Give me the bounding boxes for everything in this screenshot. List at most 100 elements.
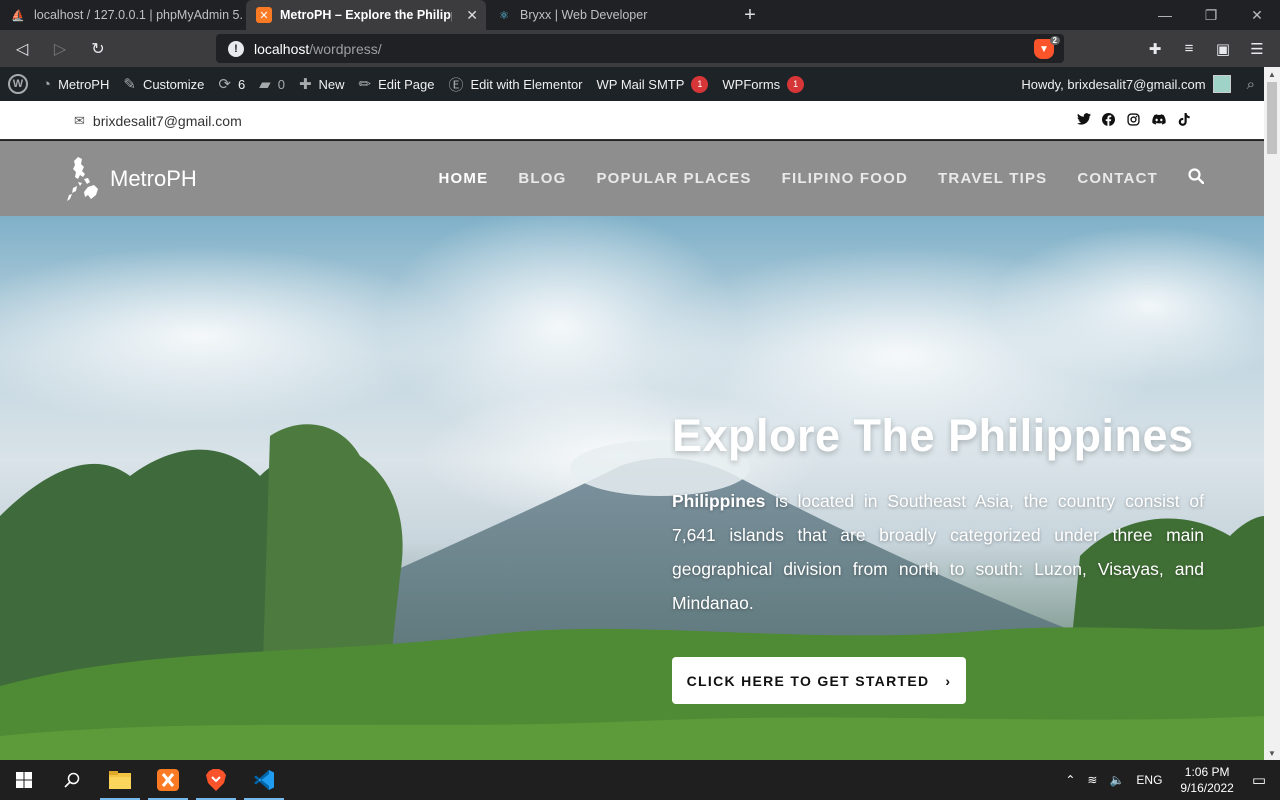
system-tray: ⌃ ≋ 🔈 ENG 1:06 PM 9/16/2022 ▭: [1059, 760, 1280, 800]
twitter-icon[interactable]: [1071, 113, 1096, 128]
social-links: [1071, 101, 1196, 140]
search-icon: ⌕: [1246, 75, 1255, 93]
new-content-menu[interactable]: ✚ New: [292, 67, 352, 101]
nav-popular-places[interactable]: POPULAR PLACES: [596, 170, 751, 187]
site-logo[interactable]: MetroPH: [64, 155, 197, 203]
scroll-up-icon[interactable]: ▲: [1264, 67, 1280, 81]
comment-icon: ▰: [259, 76, 271, 93]
wp-mail-smtp-menu[interactable]: WP Mail SMTP 1: [590, 67, 716, 101]
react-icon: ⚛: [499, 9, 509, 22]
hero-title: Explore The Philippines: [672, 410, 1194, 461]
wpforms-badge: 1: [787, 75, 805, 93]
clock[interactable]: 1:06 PM 9/16/2022: [1180, 764, 1233, 796]
customize-link[interactable]: ✎ Customize: [116, 67, 211, 101]
volume-icon[interactable]: 🔈: [1109, 773, 1124, 787]
windows-icon: [16, 772, 32, 788]
browser-tab-bryxx[interactable]: ⚛ Bryxx | Web Developer: [486, 0, 732, 30]
browser-tab-phpmyadmin[interactable]: ⛵ localhost / 127.0.0.1 | phpMyAdmin 5.: [0, 0, 246, 30]
nav-home[interactable]: HOME: [439, 170, 489, 187]
instagram-icon[interactable]: [1121, 112, 1146, 129]
restore-icon[interactable]: ❐: [1188, 0, 1234, 30]
brave-browser-button[interactable]: [192, 760, 240, 800]
logo-text: MetroPH: [110, 166, 197, 191]
hero-text-bold: Philippines: [672, 491, 766, 511]
start-button[interactable]: [0, 760, 48, 800]
hero-section: Explore The Philippines Philippines is l…: [0, 216, 1264, 760]
wallet-icon[interactable]: ▣: [1206, 33, 1240, 65]
contact-email[interactable]: ✉ brixdesalit7@gmail.com: [74, 101, 242, 140]
cta-label: CLICK HERE TO GET STARTED: [686, 672, 930, 689]
taskbar-search-button[interactable]: [48, 760, 96, 800]
edit-with-elementor-link[interactable]: Ⓔ Edit with Elementor: [442, 67, 590, 101]
brave-shields-icon[interactable]: ▼ 2: [1034, 36, 1060, 59]
menu-icon[interactable]: ☰: [1240, 33, 1274, 65]
xampp-button[interactable]: [144, 760, 192, 800]
scrollbar-thumb[interactable]: [1267, 82, 1277, 154]
new-tab-button[interactable]: +: [732, 0, 768, 30]
my-account-menu[interactable]: Howdy, brixdesalit7@gmail.com: [1014, 67, 1237, 101]
howdy-label: Howdy, brixdesalit7@gmail.com: [1021, 76, 1206, 92]
wpforms-menu[interactable]: WPForms 1: [715, 67, 811, 101]
xampp-icon: ✕: [256, 7, 272, 23]
vscode-button[interactable]: [240, 760, 288, 800]
updates-link[interactable]: ⟳ 6: [211, 67, 252, 101]
discord-icon[interactable]: [1146, 113, 1171, 128]
tab-title: localhost / 127.0.0.1 | phpMyAdmin 5.: [34, 8, 243, 22]
admin-search-button[interactable]: ⌕: [1238, 67, 1264, 101]
vscode-icon: [254, 770, 274, 790]
site-name-menu[interactable]: ◔ MetroPH: [35, 67, 116, 101]
tiktok-icon[interactable]: [1171, 112, 1196, 129]
main-nav: HOME BLOG POPULAR PLACES FILIPINO FOOD T…: [409, 141, 1205, 216]
elementor-label: Edit with Elementor: [470, 76, 583, 92]
site-header: MetroPH HOME BLOG POPULAR PLACES FILIPIN…: [0, 141, 1264, 216]
language-indicator[interactable]: ENG: [1136, 773, 1162, 787]
plus-icon: ✚: [298, 76, 312, 93]
network-icon[interactable]: ≋: [1087, 773, 1097, 787]
nav-contact[interactable]: CONTACT: [1077, 170, 1158, 187]
file-explorer-button[interactable]: [96, 760, 144, 800]
edit-page-link[interactable]: ✏ Edit Page: [352, 67, 442, 101]
avatar: [1212, 75, 1231, 93]
clock-time: 1:06 PM: [1184, 765, 1230, 779]
admin-bar-right: Howdy, brixdesalit7@gmail.com ⌕: [1014, 67, 1264, 101]
customize-label: Customize: [142, 76, 205, 92]
site-info-icon[interactable]: !: [228, 40, 244, 57]
page-scrollbar[interactable]: ▲ ▼: [1264, 67, 1280, 760]
hero-description: Philippines is located in Southeast Asia…: [672, 484, 1204, 620]
wp-logo-menu[interactable]: W: [0, 67, 35, 101]
tab-close-icon[interactable]: ✕: [466, 7, 478, 24]
browser-toolbar: ◁ ▷ ↻ ! localhost /wordpress/ ▼ 2 ✚ ≡ ▣ ☰: [0, 30, 1280, 67]
forward-icon[interactable]: ▷: [44, 33, 76, 65]
search-icon: [64, 772, 80, 788]
minimize-icon[interactable]: —: [1142, 0, 1188, 30]
shields-count: 2: [1049, 36, 1060, 45]
chevron-up-icon[interactable]: ⌃: [1065, 773, 1075, 787]
hero-content: Explore The Philippines Philippines is l…: [672, 410, 1204, 620]
smtp-badge: 1: [691, 75, 709, 93]
window-controls: — ❐ ✕: [1142, 0, 1280, 30]
back-icon[interactable]: ◁: [6, 33, 38, 65]
get-started-button[interactable]: CLICK HERE TO GET STARTED ›: [672, 657, 966, 704]
tab-title: MetroPH – Explore the Philippine: [280, 8, 452, 22]
wpforms-label: WPForms: [722, 76, 781, 92]
nav-search-icon[interactable]: [1188, 168, 1205, 189]
reload-icon[interactable]: ↻: [82, 33, 114, 65]
elementor-icon: Ⓔ: [448, 76, 464, 94]
new-label: New: [318, 76, 345, 92]
updates-icon: ⟳: [218, 76, 231, 93]
comments-link[interactable]: ▰ 0: [252, 67, 292, 101]
wordpress-icon: W: [8, 74, 28, 94]
browser-tabstrip: ⛵ localhost / 127.0.0.1 | phpMyAdmin 5. …: [0, 0, 1280, 30]
address-bar[interactable]: ! localhost /wordpress/ ▼ 2: [216, 34, 1064, 63]
scroll-down-icon[interactable]: ▼: [1264, 746, 1280, 760]
facebook-icon[interactable]: [1096, 112, 1121, 129]
notifications-icon[interactable]: ▭: [1252, 771, 1266, 789]
nav-blog[interactable]: BLOG: [518, 170, 566, 187]
close-window-icon[interactable]: ✕: [1234, 0, 1280, 30]
browser-tab-metroph[interactable]: ✕ MetroPH – Explore the Philippine ✕: [246, 0, 486, 30]
email-text: brixdesalit7@gmail.com: [92, 112, 242, 129]
nav-filipino-food[interactable]: FILIPINO FOOD: [782, 170, 908, 187]
nav-travel-tips[interactable]: TRAVEL TIPS: [938, 170, 1047, 187]
playlist-icon[interactable]: ≡: [1172, 33, 1206, 65]
extensions-icon[interactable]: ✚: [1138, 33, 1172, 65]
